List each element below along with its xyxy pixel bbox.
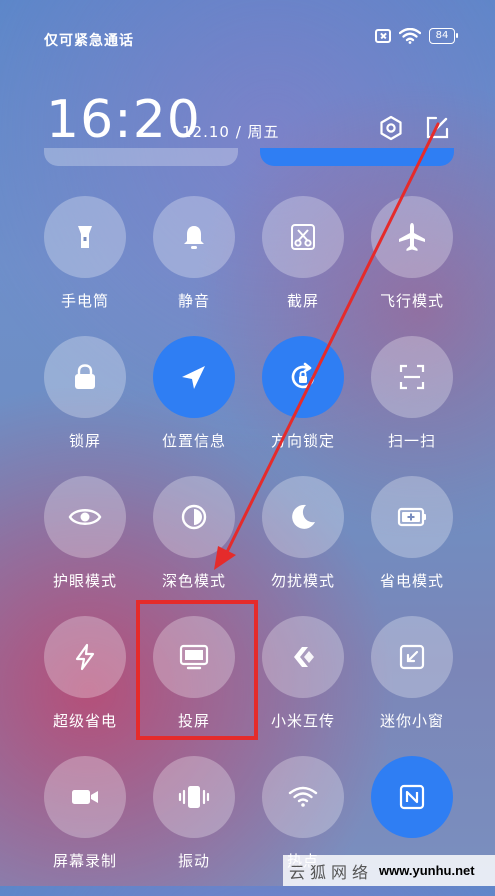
tile-label: 方向锁定: [270, 432, 335, 450]
tile-circle[interactable]: [262, 756, 344, 838]
tile-eye-care[interactable]: 护眼模式: [30, 476, 140, 616]
tile-circle[interactable]: [44, 336, 126, 418]
tile-label: 飞行模式: [379, 292, 444, 310]
tile-mi-share[interactable]: 小米互传: [248, 616, 358, 756]
tile-vibrate[interactable]: 振动: [139, 756, 249, 896]
location-arrow-icon: [182, 366, 205, 389]
dark-mode-icon: [181, 504, 207, 530]
tile-label: 静音: [177, 292, 210, 310]
nfc-icon: [399, 784, 425, 810]
tile-circle[interactable]: [371, 196, 453, 278]
moon-icon: [292, 504, 315, 529]
tile-screen-record[interactable]: 屏幕录制: [30, 756, 140, 896]
tile-circle[interactable]: [371, 336, 453, 418]
tile-circle[interactable]: [153, 756, 235, 838]
tile-label: 勿扰模式: [270, 572, 335, 590]
battery-indicator: 84: [429, 28, 458, 44]
tile-circle[interactable]: [371, 616, 453, 698]
tile-dark-mode[interactable]: 深色模式: [139, 476, 249, 616]
tile-label: 锁屏: [68, 432, 101, 450]
header-actions: [377, 114, 451, 142]
tile-circle[interactable]: [44, 196, 126, 278]
tile-scan[interactable]: 扫一扫: [357, 336, 467, 476]
gear-icon: [380, 115, 402, 141]
status-bar: 仅可紧急通话 84: [0, 0, 495, 70]
tile-lock-screen[interactable]: 锁屏: [30, 336, 140, 476]
tile-circle[interactable]: [371, 476, 453, 558]
flashlight-icon: [78, 226, 92, 248]
hotspot-icon: [288, 786, 318, 807]
tile-label: 小米互传: [270, 712, 335, 730]
lightning-icon: [75, 643, 95, 671]
tile-circle[interactable]: [153, 196, 235, 278]
clock-date: 12.10 / 周五: [182, 123, 280, 141]
watermark-text: 云狐网络: [289, 862, 374, 882]
tile-circle[interactable]: [262, 476, 344, 558]
tile-label: 振动: [177, 852, 210, 870]
watermark-url: www.yunhu.net: [379, 863, 475, 878]
no-sim-icon: [375, 29, 391, 43]
tile-airplane[interactable]: 飞行模式: [357, 196, 467, 336]
tile-label: 截屏: [286, 292, 319, 310]
tile-location[interactable]: 位置信息: [139, 336, 249, 476]
lock-icon: [75, 364, 95, 389]
mini-window-icon: [399, 644, 425, 670]
scissors-icon: [291, 224, 315, 250]
tile-circle[interactable]: [262, 196, 344, 278]
battery-saver-icon: [397, 507, 426, 527]
rotation-lock-icon: [291, 362, 315, 389]
tile-circle[interactable]: [44, 616, 126, 698]
tile-circle[interactable]: [44, 476, 126, 558]
tile-circle[interactable]: [44, 756, 126, 838]
bell-icon: [184, 226, 204, 249]
tile-do-not-disturb[interactable]: 勿扰模式: [248, 476, 358, 616]
tile-silent[interactable]: 静音: [139, 196, 249, 336]
tile-label: 迷你小窗: [379, 712, 444, 730]
watermark: 云狐网络 www.yunhu.net: [283, 855, 495, 886]
tile-ultra-battery-saver[interactable]: 超级省电: [30, 616, 140, 756]
settings-button[interactable]: [377, 114, 405, 142]
tile-label: 手电筒: [60, 292, 109, 310]
brightness-slider-track[interactable]: [44, 148, 238, 166]
tile-circle[interactable]: [262, 616, 344, 698]
tile-rotation-lock[interactable]: 方向锁定: [248, 336, 358, 476]
volume-slider-track[interactable]: [260, 148, 454, 166]
tile-label: 护眼模式: [52, 572, 117, 590]
tile-label: 省电模式: [379, 572, 444, 590]
tile-circle[interactable]: [262, 336, 344, 418]
scan-icon: [399, 364, 425, 390]
tile-mini-window[interactable]: 迷你小窗: [357, 616, 467, 756]
annotation-highlight-box: [136, 600, 258, 740]
vibrate-icon: [178, 786, 210, 808]
tile-circle[interactable]: [153, 336, 235, 418]
eye-icon: [68, 509, 102, 525]
tile-label: 超级省电: [52, 712, 117, 730]
tile-label: 深色模式: [161, 572, 226, 590]
tile-label: 屏幕录制: [52, 852, 117, 870]
tile-battery-saver[interactable]: 省电模式: [357, 476, 467, 616]
edit-button[interactable]: [423, 114, 451, 142]
tile-flashlight[interactable]: 手电筒: [30, 196, 140, 336]
tile-label: 扫一扫: [387, 432, 436, 450]
airplane-icon: [399, 223, 425, 251]
clock-time: 16:20: [46, 90, 201, 150]
tile-circle[interactable]: [153, 476, 235, 558]
status-icons: 84: [375, 28, 458, 44]
tile-circle[interactable]: [371, 756, 453, 838]
carrier-text: 仅可紧急通话: [44, 33, 134, 49]
edit-icon: [426, 116, 449, 139]
tile-screenshot[interactable]: 截屏: [248, 196, 358, 336]
tile-label: 位置信息: [161, 432, 226, 450]
share-icon: [294, 647, 314, 667]
video-camera-icon: [72, 790, 98, 804]
wifi-icon: [399, 28, 421, 44]
